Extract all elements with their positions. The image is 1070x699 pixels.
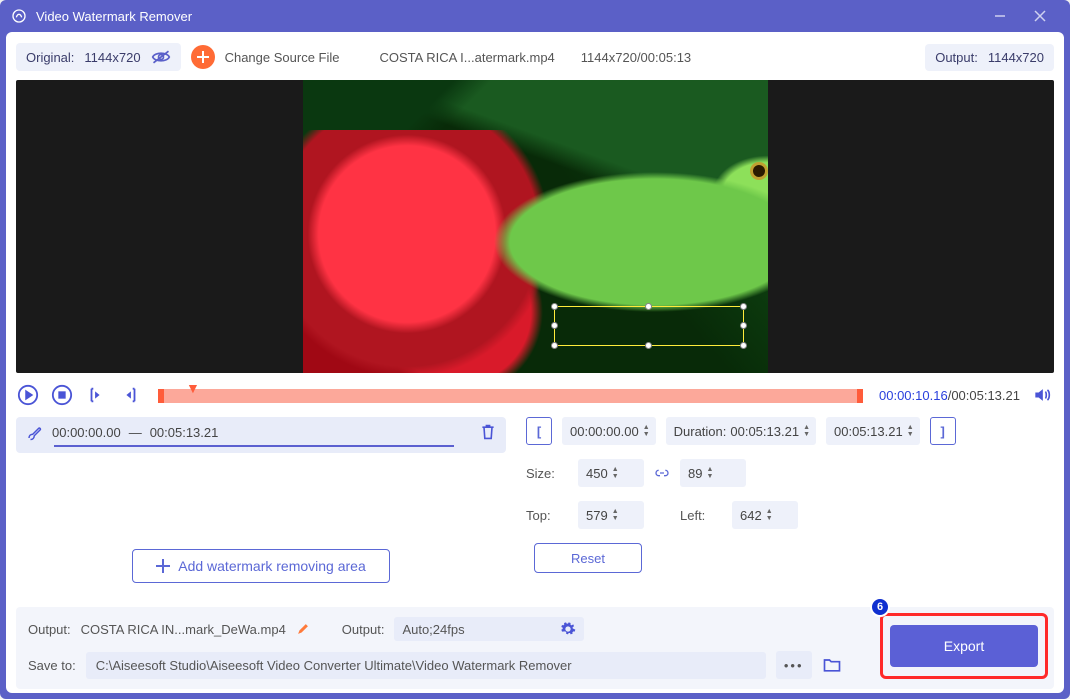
range-start-input[interactable]: 00:00:00.00▲▼ xyxy=(562,417,656,445)
top-label: Top: xyxy=(526,508,568,523)
source-filename: COSTA RICA I...atermark.mp4 xyxy=(379,50,554,65)
params-panel: [ 00:00:00.00▲▼ Duration:00:05:13.21▲▼ 0… xyxy=(526,417,1054,601)
segments-panel: 00:00:00.00 — 00:05:13.21 Add watermark … xyxy=(16,417,506,601)
topbar: Original: 1144x720 Change Source File CO… xyxy=(16,40,1054,74)
export-highlight: Export xyxy=(880,613,1048,679)
height-input[interactable]: 89▲▼ xyxy=(680,459,746,487)
browse-button[interactable]: ••• xyxy=(776,651,812,679)
link-aspect-icon[interactable] xyxy=(654,465,670,481)
add-area-button[interactable]: Add watermark removing area xyxy=(132,549,390,583)
timeline[interactable]: ▼ xyxy=(158,386,863,404)
export-button[interactable]: Export xyxy=(890,625,1038,667)
bottom-panel: Output: COSTA RICA IN...mark_DeWa.mp4 Ou… xyxy=(16,607,1054,689)
volume-button[interactable] xyxy=(1030,383,1054,407)
reset-button[interactable]: Reset xyxy=(534,543,642,573)
brush-icon xyxy=(26,423,44,441)
set-start-button[interactable] xyxy=(84,383,108,407)
segment-start: 00:00:00.00 xyxy=(52,425,121,440)
output-label: Output: xyxy=(935,50,978,65)
size-label: Size: xyxy=(526,466,568,481)
time-readout: 00:00:10.16/00:05:13.21 xyxy=(879,388,1020,403)
video-frame xyxy=(303,80,768,373)
range-start-button[interactable]: [ xyxy=(526,417,552,445)
app-icon xyxy=(10,7,28,25)
source-meta: 1144x720/00:05:13 xyxy=(581,50,691,65)
output-dims: 1144x720 xyxy=(988,50,1044,65)
top-input[interactable]: 579▲▼ xyxy=(578,501,644,529)
segment-end: 00:05:13.21 xyxy=(150,425,219,440)
width-input[interactable]: 450▲▼ xyxy=(578,459,644,487)
settings-gear-icon[interactable] xyxy=(560,621,576,637)
set-end-button[interactable] xyxy=(118,383,142,407)
original-label: Original: xyxy=(26,50,74,65)
current-time: 00:00:10.16 xyxy=(879,388,948,403)
video-preview[interactable] xyxy=(16,80,1054,373)
output-filename: COSTA RICA IN...mark_DeWa.mp4 xyxy=(81,622,286,637)
callout-badge: 6 xyxy=(870,597,890,617)
titlebar: Video Watermark Remover xyxy=(0,0,1070,32)
change-source-link[interactable]: Change Source File xyxy=(225,50,340,65)
app-title: Video Watermark Remover xyxy=(36,9,192,24)
left-input[interactable]: 642▲▼ xyxy=(732,501,798,529)
add-area-label: Add watermark removing area xyxy=(178,558,366,574)
watermark-selection[interactable] xyxy=(554,306,744,346)
mid-panels: 00:00:00.00 — 00:05:13.21 Add watermark … xyxy=(16,417,1054,601)
save-to-label: Save to: xyxy=(28,658,76,673)
delete-segment-button[interactable] xyxy=(480,423,496,441)
stop-button[interactable] xyxy=(50,383,74,407)
segment-row[interactable]: 00:00:00.00 — 00:05:13.21 xyxy=(16,417,506,453)
playback-controls: ▼ 00:00:10.16/00:05:13.21 xyxy=(16,379,1054,411)
range-duration-input[interactable]: Duration:00:05:13.21▲▼ xyxy=(666,417,816,445)
output-file-label: Output: xyxy=(28,622,71,637)
output-settings-chip[interactable]: Auto;24fps xyxy=(394,617,584,641)
range-end-button[interactable]: ] xyxy=(930,417,956,445)
save-path: C:\Aiseesoft Studio\Aiseesoft Video Conv… xyxy=(86,652,766,679)
range-end-input[interactable]: 00:05:13.21▲▼ xyxy=(826,417,920,445)
output-settings-value: Auto;24fps xyxy=(402,622,464,637)
play-button[interactable] xyxy=(16,383,40,407)
total-duration: 00:05:13.21 xyxy=(951,388,1020,403)
original-chip: Original: 1144x720 xyxy=(16,43,181,71)
app-window: Video Watermark Remover Original: 1144x7… xyxy=(0,0,1070,699)
close-button[interactable] xyxy=(1020,2,1060,30)
plus-icon xyxy=(156,559,170,573)
original-dims: 1144x720 xyxy=(84,50,140,65)
output-chip: Output: 1144x720 xyxy=(925,44,1054,71)
content: Original: 1144x720 Change Source File CO… xyxy=(6,32,1064,693)
output-settings-label: Output: xyxy=(342,622,385,637)
rename-button[interactable] xyxy=(296,622,310,636)
left-label: Left: xyxy=(680,508,722,523)
minimize-button[interactable] xyxy=(980,2,1020,30)
preview-toggle-icon[interactable] xyxy=(151,49,171,65)
segment-sep: — xyxy=(129,425,142,440)
open-folder-button[interactable] xyxy=(822,656,842,674)
add-source-button[interactable] xyxy=(191,45,215,69)
